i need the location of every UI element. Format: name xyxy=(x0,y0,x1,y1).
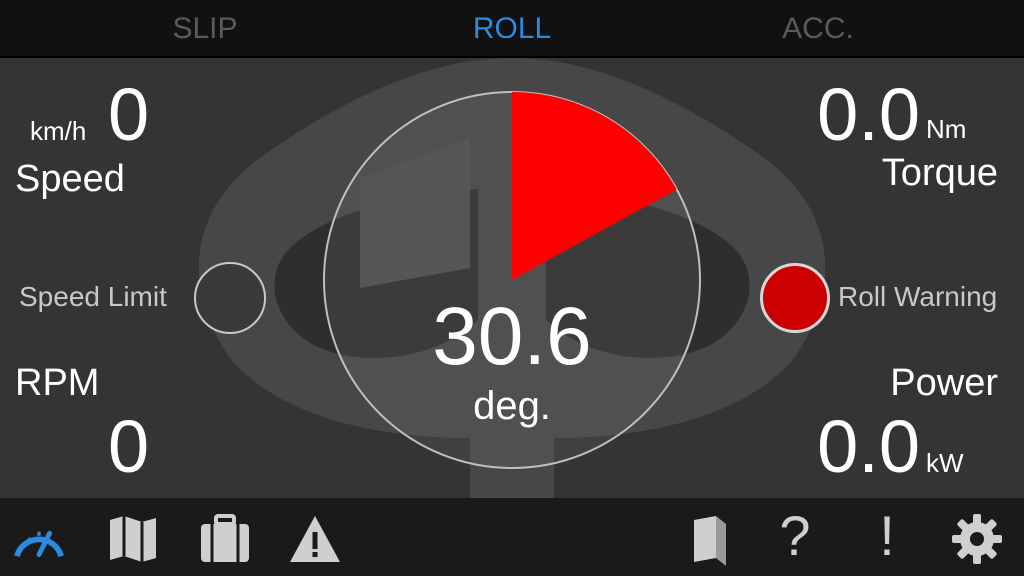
roll-angle-unit: deg. xyxy=(473,384,551,428)
book-icon[interactable] xyxy=(686,512,740,566)
rpm-label: RPM xyxy=(15,362,100,404)
tab-slip[interactable]: SLIP xyxy=(172,12,237,46)
dashboard-panel: km/h 0 Speed 0.0 Nm Torque Speed Limit R… xyxy=(0,58,1024,498)
roll-warning-indicator[interactable] xyxy=(760,263,830,333)
speed-value: 0 xyxy=(108,73,150,156)
speed-unit: km/h xyxy=(30,116,87,146)
settings-icon[interactable] xyxy=(950,512,1004,566)
tab-roll[interactable]: ROLL xyxy=(473,12,551,46)
torque-label: Torque xyxy=(881,152,998,194)
torque-unit: Nm xyxy=(926,114,967,144)
speedometer-icon[interactable] xyxy=(12,512,66,566)
mode-tab-bar: SLIP ROLL ACC. xyxy=(0,0,1024,58)
map-icon[interactable] xyxy=(106,512,160,566)
speed-limit-label: Speed Limit xyxy=(19,281,167,312)
roll-warning-label: Roll Warning xyxy=(838,281,998,312)
power-label: Power xyxy=(890,362,998,404)
tab-acc[interactable]: ACC. xyxy=(782,12,854,46)
speed-limit-indicator[interactable] xyxy=(194,262,266,334)
bottom-toolbar: ? ! xyxy=(0,498,1024,576)
rpm-value: 0 xyxy=(108,405,150,488)
warning-icon[interactable] xyxy=(288,512,342,566)
roll-angle-value: 30.6 xyxy=(432,291,592,382)
power-value: 0.0 xyxy=(817,405,920,488)
briefcase-icon[interactable] xyxy=(198,512,252,566)
help-icon[interactable]: ? xyxy=(768,506,822,566)
torque-value: 0.0 xyxy=(817,73,920,156)
power-unit: kW xyxy=(926,448,964,478)
speed-label: Speed xyxy=(15,158,125,200)
info-icon[interactable]: ! xyxy=(860,506,914,566)
